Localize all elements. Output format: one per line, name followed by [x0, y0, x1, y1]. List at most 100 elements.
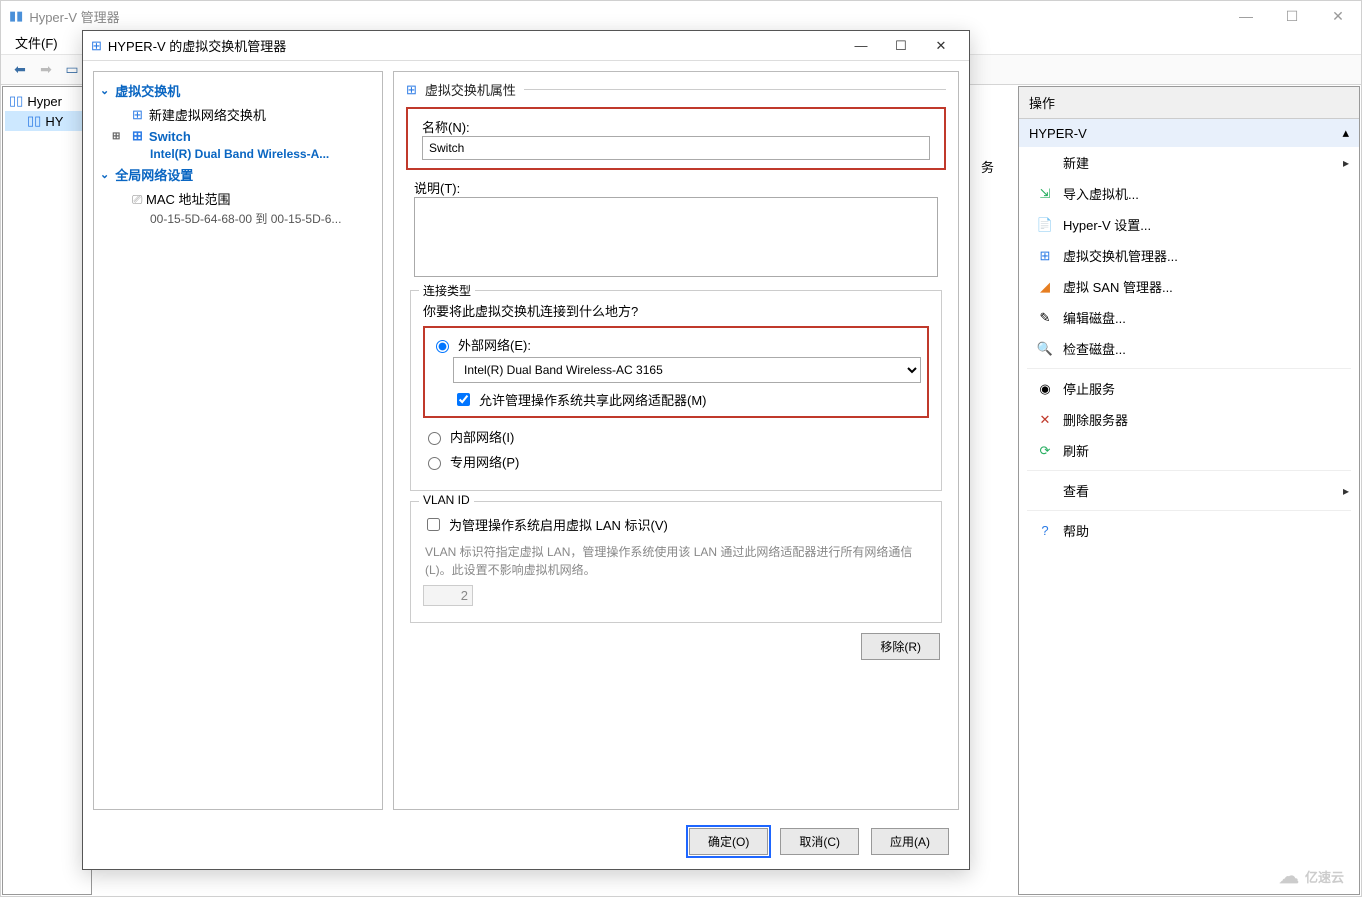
chevron-down-icon: ⌄	[100, 168, 109, 181]
nav-forward-icon[interactable]: ➡	[35, 59, 57, 81]
action-hyperv-settings[interactable]: 📄 Hyper-V 设置...	[1019, 209, 1359, 240]
checkbox-enable-vlan-input[interactable]	[427, 518, 440, 531]
switch-tree: ⌄ 虚拟交换机 ⊞ 新建虚拟网络交换机 ⊞ ⊞ Switch Intel(R) …	[93, 71, 383, 810]
tree-switch-item[interactable]: ⊞ ⊞ Switch	[98, 126, 378, 146]
stop-icon: ◉	[1037, 381, 1053, 397]
vlan-help-text: VLAN 标识符指定虚拟 LAN，管理操作系统使用该 LAN 通过此网络适配器进…	[425, 543, 927, 579]
view-icon	[1037, 483, 1053, 499]
action-edit-disk[interactable]: ✎ 编辑磁盘...	[1019, 302, 1359, 333]
external-highlight-box: 外部网络(E): Intel(R) Dual Band Wireless-AC …	[423, 326, 929, 418]
tree-host-node[interactable]: ▯▯ HY	[5, 111, 89, 131]
radio-internal-input[interactable]	[428, 432, 441, 445]
dialog-close-button[interactable]: ✕	[921, 32, 961, 60]
minimize-button[interactable]: —	[1223, 1, 1269, 31]
actions-group-title[interactable]: HYPER-V ▴	[1019, 119, 1359, 147]
radio-private-input[interactable]	[428, 457, 441, 470]
settings-icon: 📄	[1037, 217, 1053, 233]
edit-disk-icon: ✎	[1037, 310, 1053, 326]
connection-prompt: 你要将此虚拟交换机连接到什么地方?	[423, 301, 929, 320]
vswitch-icon: ⊞	[406, 82, 417, 98]
checkbox-allow-mgmt-os[interactable]: 允许管理操作系统共享此网络适配器(M)	[453, 387, 921, 412]
dialog-button-row: 确定(O) 取消(C) 应用(A)	[83, 820, 969, 869]
submenu-arrow-icon: ▸	[1343, 484, 1349, 498]
switch-name-input[interactable]	[422, 136, 930, 160]
radio-external[interactable]: 外部网络(E):	[431, 332, 921, 357]
group-title: VLAN ID	[419, 493, 474, 507]
action-remove-server[interactable]: ✕ 删除服务器	[1019, 404, 1359, 435]
ok-button[interactable]: 确定(O)	[689, 828, 768, 855]
tree-switch-adapter[interactable]: Intel(R) Dual Band Wireless-A...	[98, 146, 378, 162]
delete-icon: ✕	[1037, 412, 1053, 428]
name-label: 名称(N):	[422, 117, 930, 136]
refresh-icon: ⟳	[1037, 443, 1053, 459]
dialog-title: HYPER-V 的虚拟交换机管理器	[108, 36, 286, 55]
action-stop-service[interactable]: ◉ 停止服务	[1019, 373, 1359, 404]
san-icon: ◢	[1037, 279, 1053, 295]
collapse-icon[interactable]: ▴	[1342, 125, 1349, 141]
separator	[524, 89, 946, 90]
server-icon: ▯▯	[27, 113, 41, 129]
cloud-icon: ☁	[1279, 864, 1299, 889]
tree-new-switch[interactable]: ⊞ 新建虚拟网络交换机	[98, 103, 378, 126]
section-title: 虚拟交换机属性	[425, 80, 516, 99]
vlan-group: VLAN ID 为管理操作系统启用虚拟 LAN 标识(V) VLAN 标识符指定…	[410, 501, 942, 623]
actions-header: 操作	[1019, 87, 1359, 119]
action-refresh[interactable]: ⟳ 刷新	[1019, 435, 1359, 466]
vswitch-icon: ⊞	[1037, 248, 1053, 264]
action-import-vm[interactable]: ⇲ 导入虚拟机...	[1019, 178, 1359, 209]
vlan-id-input	[423, 585, 473, 606]
category-virtual-switches[interactable]: ⌄ 虚拟交换机	[98, 78, 378, 103]
separator	[1027, 470, 1351, 471]
truncated-label: 务	[981, 157, 994, 176]
vswitch-icon: ⊞	[91, 38, 102, 54]
vswitch-icon: ⊞	[132, 107, 143, 123]
tree-mac-range[interactable]: ⎚ MAC 地址范围	[98, 187, 378, 210]
vswitch-manager-dialog: ⊞ HYPER-V 的虚拟交换机管理器 — ☐ ✕ ⌄ 虚拟交换机 ⊞ 新建虚拟…	[82, 30, 970, 870]
help-icon: ?	[1037, 523, 1053, 539]
maximize-button[interactable]: ☐	[1269, 1, 1315, 31]
nic-icon: ⎚	[132, 192, 142, 207]
radio-external-input[interactable]	[436, 340, 449, 353]
radio-internal[interactable]: 内部网络(I)	[423, 424, 929, 449]
tree-root[interactable]: ▯▯ Hyper	[5, 91, 89, 111]
nav-tree[interactable]: ▯▯ Hyper ▯▯ HY	[2, 86, 92, 895]
separator	[1027, 368, 1351, 369]
outer-title: Hyper-V 管理器	[29, 7, 119, 26]
external-adapter-select[interactable]: Intel(R) Dual Band Wireless-AC 3165	[453, 357, 921, 383]
remove-button[interactable]: 移除(R)	[861, 633, 940, 660]
close-button[interactable]: ✕	[1315, 1, 1361, 31]
toolbar-button[interactable]: ▭	[61, 59, 83, 81]
switch-description-input[interactable]	[414, 197, 938, 277]
expander-icon[interactable]: ⊞	[112, 131, 120, 142]
separator	[1027, 510, 1351, 511]
outer-titlebar: ▮▮ Hyper-V 管理器 — ☐ ✕	[1, 1, 1361, 31]
chevron-down-icon: ⌄	[100, 84, 109, 97]
description-label: 说明(T):	[414, 178, 938, 197]
group-title: 连接类型	[419, 282, 475, 299]
connection-type-group: 连接类型 你要将此虚拟交换机连接到什么地方? 外部网络(E): Intel(R)…	[410, 290, 942, 491]
category-global-settings[interactable]: ⌄ 全局网络设置	[98, 162, 378, 187]
radio-private[interactable]: 专用网络(P)	[423, 449, 929, 474]
submenu-arrow-icon: ▸	[1343, 156, 1349, 170]
checkbox-allow-mgmt-os-input[interactable]	[457, 393, 470, 406]
action-new[interactable]: 新建 ▸	[1019, 147, 1359, 178]
server-icon: ▯▯	[9, 93, 23, 109]
cancel-button[interactable]: 取消(C)	[780, 828, 859, 855]
checkbox-enable-vlan[interactable]: 为管理操作系统启用虚拟 LAN 标识(V)	[423, 512, 929, 537]
action-view[interactable]: 查看 ▸	[1019, 475, 1359, 506]
action-vswitch-manager[interactable]: ⊞ 虚拟交换机管理器...	[1019, 240, 1359, 271]
dialog-titlebar[interactable]: ⊞ HYPER-V 的虚拟交换机管理器 — ☐ ✕	[83, 31, 969, 61]
action-san-manager[interactable]: ◢ 虚拟 SAN 管理器...	[1019, 271, 1359, 302]
dialog-minimize-button[interactable]: —	[841, 32, 881, 60]
nav-back-icon[interactable]: ⬅	[9, 59, 31, 81]
watermark: ☁ 亿速云	[1279, 864, 1344, 889]
action-inspect-disk[interactable]: 🔍 检查磁盘...	[1019, 333, 1359, 364]
new-icon	[1037, 155, 1053, 171]
name-highlight-box: 名称(N):	[406, 107, 946, 170]
menu-file[interactable]: 文件(F)	[15, 33, 58, 52]
server-icon: ▮▮	[9, 8, 23, 24]
mac-range-value: 00-15-5D-64-68-00 到 00-15-5D-6...	[98, 210, 378, 229]
action-help[interactable]: ? 帮助	[1019, 515, 1359, 546]
apply-button[interactable]: 应用(A)	[871, 828, 949, 855]
dialog-maximize-button[interactable]: ☐	[881, 32, 921, 60]
